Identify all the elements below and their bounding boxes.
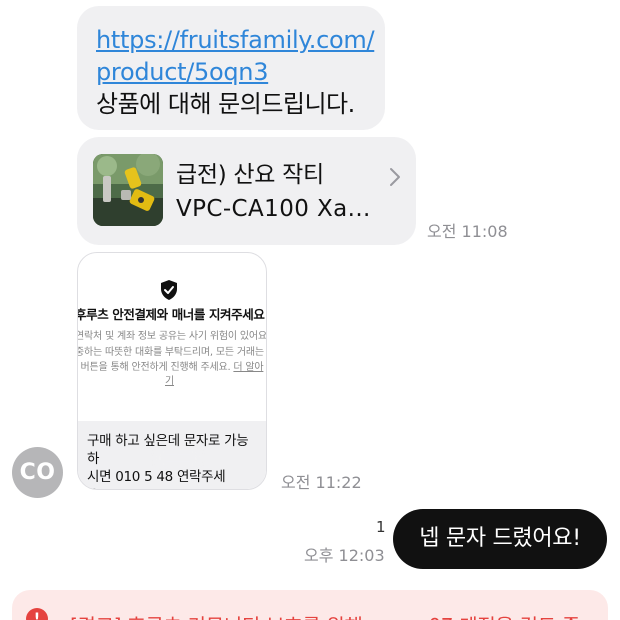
inquiry-text-line: 요~ — [87, 486, 258, 489]
product-link-line-2[interactable]: product/5oqn3 — [96, 56, 367, 88]
product-title: 급전) 산요 작티 — [176, 162, 324, 188]
safety-notice-title: 후루츠 안전결제와 매너를 지켜주세요 — [77, 307, 265, 322]
warning-banner[interactable]: ! [경고] 후루츠 커뮤니티 보호를 위해 ooooo07 계정을 검토 중 — [12, 590, 608, 620]
product-card[interactable]: 급전) 산요 작티 VPC-CA100 Xa... — [77, 137, 416, 245]
link-message-bubble: https://fruitsfamily.com/ product/5oqn3 … — [77, 6, 385, 130]
safety-notice-line: ' 버튼을 통해 안전하게 진행해 주세요. 더 알아 — [77, 361, 266, 375]
product-link-line-1[interactable]: https://fruitsfamily.com/ — [96, 24, 375, 56]
sent-message-bubble: 넵 문자 드렸어요! — [393, 509, 607, 569]
timestamp: 오전 11:08 — [427, 222, 508, 241]
shield-check-icon — [161, 280, 177, 300]
learn-more-link[interactable]: 더 알아 — [233, 362, 263, 373]
timestamp: 오전 11:22 — [281, 473, 362, 492]
chevron-right-icon[interactable] — [386, 160, 406, 194]
avatar[interactable]: CO — [12, 447, 63, 498]
timestamp: 오후 12:03 — [304, 546, 385, 565]
product-thumbnail — [93, 154, 163, 226]
safety-notice-line: 연락처 및 계좌 정보 공유는 사기 위험이 있어요 — [77, 331, 267, 342]
safety-notice-line: 중하는 따뜻한 대화를 부탁드리며, 모든 거래는 — [77, 347, 264, 358]
message-text: 상품에 대해 문의드립니다. — [96, 90, 355, 118]
redacted-number — [155, 450, 201, 466]
product-model: VPC-CA100 Xa... — [176, 196, 371, 222]
safety-notice-card: 후루츠 안전결제와 매너를 지켜주세요 연락처 및 계좌 정보 공유는 사기 위… — [77, 252, 267, 490]
alert-icon: ! — [26, 608, 48, 620]
warning-text: [경고] 후루츠 커뮤니티 보호를 위해 ooooo07 계정을 검토 중 — [70, 610, 580, 620]
learn-more-link-continued[interactable]: 기 — [165, 375, 266, 389]
inquiry-text-line: 시면 010 5 48 연락주세 — [87, 469, 226, 485]
safety-notice-text: ' 버튼을 통해 안전하게 진행해 주세요. — [77, 362, 231, 373]
unread-count: 1 — [376, 518, 386, 536]
